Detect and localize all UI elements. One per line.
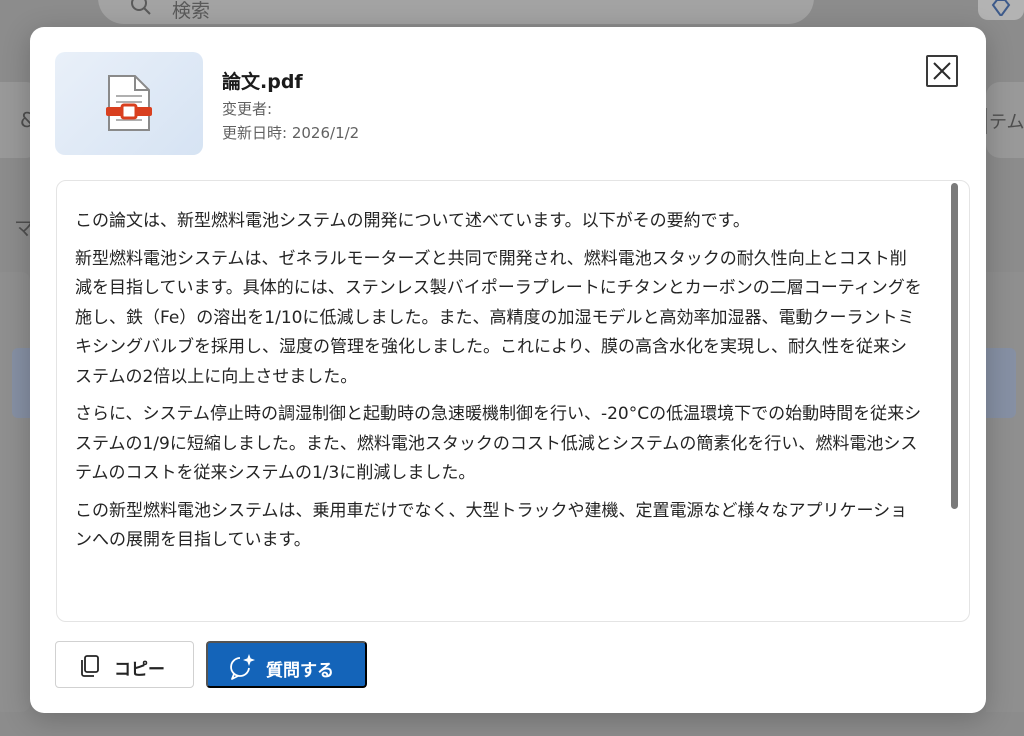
background-search-placeholder: 検索: [172, 0, 211, 22]
file-name: 論文.pdf: [222, 71, 303, 93]
close-icon: [933, 62, 951, 80]
copy-button-label: コピー: [114, 660, 165, 679]
summary-paragraph: さらに、システム停止時の調湿制御と起動時の急速暖機制御を行い、-20°Cの低温環…: [75, 404, 922, 483]
background-selected-row-right: [986, 348, 1016, 418]
ask-question-button[interactable]: 質問する: [206, 641, 367, 688]
ask-question-button-label: 質問する: [266, 661, 334, 680]
copy-button[interactable]: コピー: [55, 641, 194, 688]
summary-paragraph: この新型燃料電池システムは、乗用車だけでなく、大型トラックや建機、定置電源など様…: [75, 500, 908, 551]
file-summary-dialog: 論文.pdf 変更者: 更新日時: 2026/1/2 この論文は、新型燃料電池シ…: [30, 27, 986, 713]
background-selected-row-left: [12, 348, 32, 418]
summary-text: この論文は、新型燃料電池システムの開発について述べています。以下がその要約です。…: [75, 207, 923, 564]
background-panel-left: [0, 272, 30, 712]
file-updated-value: 2026/1/2: [291, 124, 360, 142]
background-card-right-text: テム: [986, 108, 1024, 134]
file-editor-label: 変更者:: [222, 100, 273, 118]
summary-paragraph: この論文は、新型燃料電池システムの開発について述べています。以下がその要約です。: [75, 211, 750, 231]
background-panel-right: [986, 272, 1024, 712]
file-updated-row: 更新日時: 2026/1/2: [222, 122, 359, 143]
pdf-file-icon: [106, 75, 152, 131]
summary-scrollbar[interactable]: [948, 180, 960, 620]
file-updated-label: 更新日時:: [222, 124, 288, 142]
diamond-icon: [991, 0, 1011, 16]
search-icon: [131, 0, 151, 15]
file-thumbnail: [55, 52, 203, 155]
background-search-bar: 検索: [98, 0, 814, 24]
background-premium-button: [978, 0, 1024, 20]
sparkle-chat-icon: [230, 654, 255, 680]
summary-paragraph: 新型燃料電池システムは、ゼネラルモーターズと共同で開発され、燃料電池スタックの耐…: [75, 248, 922, 387]
summary-panel[interactable]: この論文は、新型燃料電池システムの開発について述べています。以下がその要約です。…: [56, 180, 970, 622]
summary-scrollbar-thumb[interactable]: [951, 183, 958, 509]
copy-icon: [81, 655, 99, 677]
background-card-right: テム: [986, 82, 1024, 158]
close-button[interactable]: [926, 55, 958, 87]
